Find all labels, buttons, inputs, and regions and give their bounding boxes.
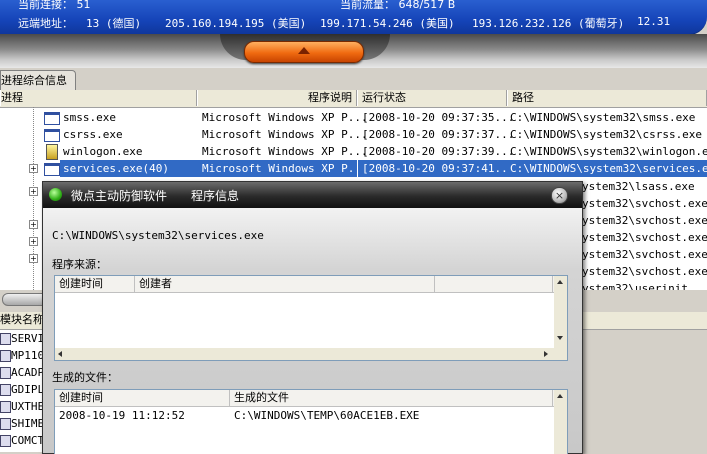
process-path: C:\WINDOWS\system32\winlogon.exe <box>510 145 707 158</box>
remote-address-2: 205.160.194.195 (美国) <box>165 17 307 30</box>
generated-file-path: C:\WINDOWS\TEMP\60ACE1EB.EXE <box>234 409 420 422</box>
column-generated-file[interactable]: 生成的文件 <box>230 390 553 406</box>
dialog-app-title: 微点主动防御软件 <box>71 189 168 203</box>
close-icon: × <box>554 189 565 202</box>
collapse-toggle-button[interactable] <box>244 41 364 63</box>
column-status[interactable]: 运行状态 <box>357 90 507 106</box>
module-icon <box>0 367 11 379</box>
process-description: Microsoft Windows XP P... <box>198 160 357 177</box>
scroll-up-icon[interactable] <box>557 394 563 398</box>
files-label: 生成的文件： <box>52 371 118 384</box>
winlogon-icon <box>46 144 58 160</box>
module-icon <box>0 435 11 447</box>
process-name: csrss.exe <box>63 128 123 141</box>
files-listview-header: 创建时间 生成的文件 <box>55 390 567 407</box>
module-icon <box>0 333 11 345</box>
expand-icon[interactable]: + <box>29 164 38 173</box>
column-module-name[interactable]: 模块名称 <box>0 312 44 328</box>
process-icon <box>44 129 60 142</box>
column-path[interactable]: 路径 <box>507 90 707 106</box>
process-name: services.exe(40) <box>60 160 199 177</box>
process-path: ystem32\svchost.exe <box>582 197 707 210</box>
process-path: ystem32\lsass.exe <box>582 180 695 193</box>
current-traffic: 当前流量： 648/517 B <box>340 0 456 11</box>
status-band: 当前连接： 51 当前流量： 648/517 B 远端地址： 13 (德国) 2… <box>0 0 707 35</box>
expand-icon[interactable]: + <box>29 187 38 196</box>
process-path: C:\WINDOWS\system32\services.exe <box>507 160 707 177</box>
remote-address-4: 193.126.232.126 (葡萄牙) <box>472 17 625 30</box>
process-icon <box>44 163 60 176</box>
module-icon <box>0 350 11 362</box>
table-row[interactable]: winlogon.exe Microsoft Windows XP P... [… <box>0 143 707 160</box>
process-path: ystem32\svchost.exe <box>582 214 707 227</box>
scroll-up-icon[interactable] <box>557 280 563 284</box>
file-create-time: 2008-10-19 11:12:52 <box>59 409 185 422</box>
process-description: Microsoft Windows XP P... <box>202 128 368 141</box>
process-path: ystem32\userinit <box>582 282 688 290</box>
process-status: [2008-10-20 09:37:35... <box>362 111 515 124</box>
vertical-scrollbar[interactable] <box>554 276 567 360</box>
current-connections: 当前连接： 51 <box>18 0 91 11</box>
process-description: Microsoft Windows XP P... <box>202 145 368 158</box>
table-row-selected[interactable]: + services.exe(40) Microsoft Windows XP … <box>0 160 707 177</box>
program-info-dialog: 微点主动防御软件 程序信息 × C:\WINDOWS\system32\serv… <box>42 181 583 454</box>
column-creator[interactable]: 创建者 <box>135 276 435 292</box>
expand-icon[interactable]: + <box>29 220 38 229</box>
source-listview-header: 创建时间 创建者 <box>55 276 567 293</box>
vertical-scrollbar[interactable] <box>554 390 567 454</box>
dialog-subtitle: 程序信息 <box>191 189 240 203</box>
remote-address-3: 199.171.54.246 (美国) <box>320 17 455 30</box>
program-path: C:\WINDOWS\system32\services.exe <box>52 229 264 242</box>
expand-icon[interactable]: + <box>29 237 38 246</box>
process-path: ystem32\svchost.exe <box>582 248 707 261</box>
process-path: C:\WINDOWS\system32\smss.exe <box>510 111 696 124</box>
process-path: C:\WINDOWS\system32\csrss.exe <box>510 128 703 141</box>
up-arrow-icon <box>298 47 310 54</box>
scroll-right-icon[interactable] <box>544 351 548 357</box>
process-name: winlogon.exe <box>63 145 143 158</box>
scroll-down-icon[interactable] <box>557 336 563 340</box>
dialog-body: C:\WINDOWS\system32\services.exe 程序来源： 创… <box>43 208 582 454</box>
table-row[interactable]: csrss.exe Microsoft Windows XP P... [200… <box>0 126 707 143</box>
remote-address-label: 远端地址： <box>18 17 73 30</box>
horizontal-scrollbar[interactable] <box>55 348 554 360</box>
table-row[interactable]: smss.exe Microsoft Windows XP P... [2008… <box>0 109 707 126</box>
app-logo-icon <box>49 188 62 201</box>
expand-icon[interactable]: + <box>29 254 38 263</box>
module-icon <box>0 401 11 413</box>
remote-address-1: 13 (德国) <box>86 17 142 30</box>
process-icon <box>44 112 60 125</box>
tab-process-info[interactable]: 进程综合信息 <box>0 70 76 90</box>
process-name: smss.exe <box>63 111 116 124</box>
column-create-time[interactable]: 创建时间 <box>55 390 230 406</box>
tab-bar <box>0 68 707 91</box>
process-path: ystem32\svchost.exe <box>582 231 707 244</box>
process-path: ystem32\svchost.exe <box>582 265 707 278</box>
process-status: [2008-10-20 09:37:39... <box>362 145 515 158</box>
dialog-titlebar[interactable]: 微点主动防御软件 程序信息 × <box>43 182 582 208</box>
files-listview[interactable]: 创建时间 生成的文件 2008-10-19 11:12:52 C:\WINDOW… <box>54 389 568 454</box>
remote-address-5: 12.31 <box>637 15 671 28</box>
column-description[interactable]: 程序说明 <box>197 90 357 106</box>
column-process[interactable]: 进程 <box>0 90 197 106</box>
source-label: 程序来源： <box>52 258 107 271</box>
module-icon <box>0 384 11 396</box>
process-status: [2008-10-20 09:37:37... <box>362 128 515 141</box>
scroll-left-icon[interactable] <box>58 351 62 357</box>
process-description: Microsoft Windows XP P... <box>202 111 368 124</box>
module-icon <box>0 418 11 430</box>
grid-header: 进程 程序说明 运行状态 路径 <box>0 90 707 108</box>
source-listview[interactable]: 创建时间 创建者 <box>54 275 568 361</box>
column-create-time[interactable]: 创建时间 <box>55 276 135 292</box>
close-button[interactable]: × <box>551 187 568 204</box>
column-blank <box>435 276 553 292</box>
process-status: [2008-10-20 09:37:41... <box>358 160 507 177</box>
